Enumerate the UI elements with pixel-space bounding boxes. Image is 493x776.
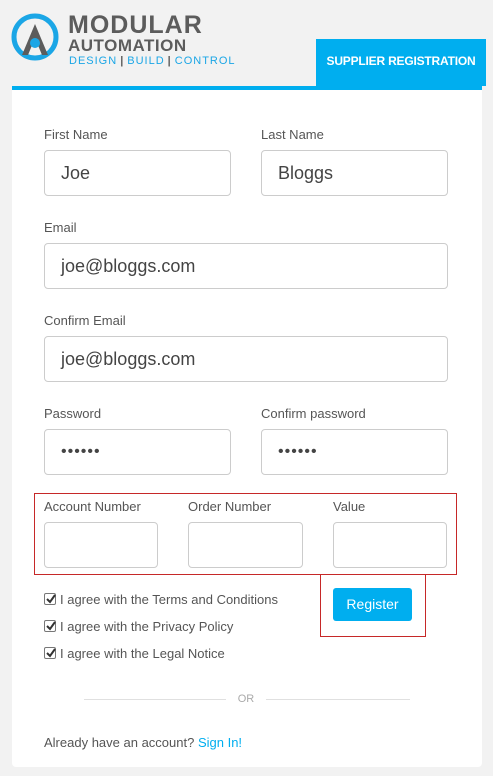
brand-name-line2: AUTOMATION (68, 36, 187, 55)
account-number-label: Account Number (44, 499, 141, 514)
confirm-password-label: Confirm password (261, 406, 366, 421)
checkmark-icon (46, 594, 56, 604)
confirm-email-input[interactable]: joe@bloggs.com (44, 336, 448, 382)
sign-in-link[interactable]: Sign In! (198, 735, 242, 750)
confirm-email-label: Confirm Email (44, 313, 126, 328)
tagline-separator: | (120, 55, 125, 67)
first-name-input[interactable]: Joe (44, 150, 231, 196)
value-input[interactable] (333, 522, 447, 568)
legal-checkbox[interactable] (44, 647, 56, 659)
divider-left (84, 699, 226, 700)
last-name-input[interactable]: Bloggs (261, 150, 448, 196)
terms-checkbox[interactable] (44, 593, 56, 605)
privacy-label[interactable]: I agree with the Privacy Policy (60, 619, 233, 635)
tagline-build: BUILD (127, 55, 165, 67)
brand-name-line1: MODULAR (68, 11, 203, 39)
first-name-label: First Name (44, 127, 108, 142)
register-button[interactable]: Register (333, 588, 412, 621)
brand-tagline: DESIGN | BUILD | CONTROL (69, 55, 236, 67)
legal-label[interactable]: I agree with the Legal Notice (60, 646, 225, 662)
tagline-separator: | (167, 55, 172, 67)
logo-a-ring-icon (11, 13, 59, 61)
terms-label[interactable]: I agree with the Terms and Conditions (60, 592, 278, 608)
password-input[interactable]: •••••• (44, 429, 231, 475)
divider-right (266, 699, 410, 700)
tagline-control: CONTROL (174, 55, 236, 67)
privacy-checkbox[interactable] (44, 620, 56, 632)
tagline-design: DESIGN (69, 55, 118, 67)
email-input[interactable]: joe@bloggs.com (44, 243, 448, 289)
password-label: Password (44, 406, 102, 421)
last-name-label: Last Name (261, 127, 324, 142)
tab-supplier-registration[interactable]: SUPPLIER REGISTRATION (316, 39, 486, 86)
order-number-input[interactable] (188, 522, 303, 568)
signin-prompt: Already have an account? Sign In! (44, 735, 242, 751)
checkmark-icon (46, 648, 56, 658)
checkmark-icon (46, 621, 56, 631)
signin-prompt-text: Already have an account? (44, 735, 195, 750)
account-number-input[interactable] (44, 522, 158, 568)
confirm-password-input[interactable]: •••••• (261, 429, 448, 475)
email-label: Email (44, 220, 77, 235)
order-number-label: Order Number (188, 499, 272, 514)
brand-logo: MODULAR AUTOMATION DESIGN | BUILD | CONTROL (10, 12, 250, 72)
value-label: Value (333, 499, 366, 514)
divider-or: OR (237, 693, 255, 705)
